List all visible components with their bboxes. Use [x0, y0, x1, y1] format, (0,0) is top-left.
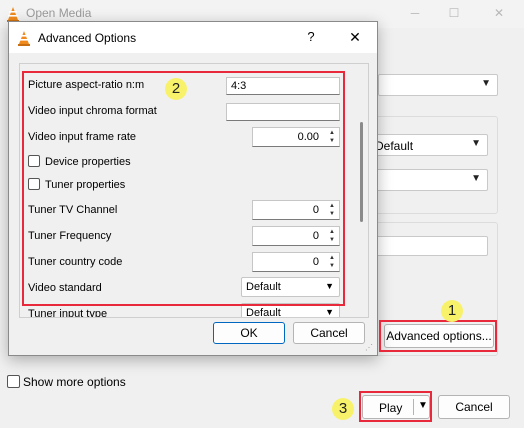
spin-down-icon[interactable]: ▼	[326, 262, 338, 270]
spin-up-icon[interactable]: ▲	[326, 254, 338, 262]
chevron-down-icon: ▼	[325, 307, 334, 317]
scrollbar-thumb[interactable]	[360, 122, 363, 222]
frame-rate-spinbox[interactable]: 0.00 ▲ ▼	[252, 127, 340, 147]
spin-up-icon[interactable]: ▲	[326, 202, 338, 210]
options-scroll-panel: Picture aspect-ratio n:m 4:3 Video input…	[19, 63, 369, 318]
minimize-icon[interactable]: ─	[404, 4, 426, 22]
country-code-label: Tuner country code	[28, 256, 123, 268]
play-button-separator	[413, 399, 414, 415]
show-more-label: Show more options	[23, 375, 126, 389]
chevron-down-icon: ▼	[325, 281, 334, 291]
chevron-down-icon: ▼	[471, 173, 481, 184]
audio-device-combo[interactable]: ▼	[370, 169, 488, 191]
input-type-combo[interactable]: Default ▼	[241, 303, 340, 318]
advanced-options-button[interactable]: Advanced options...	[384, 324, 494, 348]
frequency-value: 0	[312, 230, 319, 242]
input-type-label: Tuner input type	[28, 308, 108, 318]
frequency-spinbox[interactable]: 0 ▲ ▼	[252, 226, 340, 246]
dialog-titlebar: Advanced Options ? ✕	[9, 22, 377, 53]
aspect-ratio-input[interactable]: 4:3	[226, 77, 340, 95]
video-standard-label: Video standard	[28, 282, 102, 294]
advanced-options-dialog: Advanced Options ? ✕ Picture aspect-rati…	[8, 21, 378, 356]
ok-button[interactable]: OK	[213, 322, 285, 344]
frame-rate-label: Video input frame rate	[28, 131, 137, 143]
spin-up-icon[interactable]: ▲	[326, 228, 338, 236]
step-badge-1: 1	[441, 300, 463, 322]
resize-grip-icon[interactable]: ⋰	[365, 343, 375, 353]
maximize-icon[interactable]: ☐	[443, 4, 465, 22]
step-badge-3: 3	[332, 398, 354, 420]
aspect-ratio-label: Picture aspect-ratio n:m	[28, 79, 145, 91]
chroma-format-input[interactable]	[226, 103, 340, 121]
vlc-cone-icon	[7, 7, 19, 22]
play-button[interactable]: Play ▼	[362, 395, 430, 419]
spin-up-icon[interactable]: ▲	[326, 129, 338, 137]
dialog-cancel-button[interactable]: Cancel	[293, 322, 365, 344]
vlc-cone-icon	[18, 31, 30, 46]
video-standard-combo[interactable]: Default ▼	[241, 277, 340, 297]
video-device-combo[interactable]: Default ▼	[370, 134, 488, 156]
country-code-spinbox[interactable]: 0 ▲ ▼	[252, 252, 340, 272]
spin-down-icon[interactable]: ▼	[326, 210, 338, 218]
device-properties-label: Device properties	[45, 156, 131, 168]
open-media-title: Open Media	[26, 6, 92, 20]
capture-mode-combo[interactable]: ▼	[378, 74, 498, 96]
dialog-title: Advanced Options	[38, 31, 137, 45]
checkbox-box[interactable]	[7, 375, 20, 388]
tuner-properties-checkbox[interactable]: Tuner properties	[28, 178, 125, 191]
help-icon[interactable]: ?	[300, 27, 322, 47]
checkbox-box[interactable]	[28, 178, 40, 190]
show-more-options-checkbox[interactable]: Show more options	[7, 375, 126, 389]
close-icon[interactable]: ✕	[344, 27, 366, 47]
video-standard-value: Default	[246, 281, 281, 293]
options-scrollbar[interactable]	[355, 64, 368, 317]
chroma-format-label: Video input chroma format	[28, 105, 157, 117]
input-type-value: Default	[246, 307, 281, 318]
frequency-label: Tuner Frequency	[28, 230, 112, 242]
chevron-down-icon: ▼	[471, 138, 481, 149]
tv-channel-spinbox[interactable]: 0 ▲ ▼	[252, 200, 340, 220]
chevron-down-icon[interactable]: ▼	[418, 400, 428, 411]
device-properties-checkbox[interactable]: Device properties	[28, 155, 131, 168]
step-badge-2: 2	[165, 78, 187, 100]
checkbox-box[interactable]	[28, 155, 40, 167]
tv-channel-value: 0	[312, 204, 319, 216]
country-code-value: 0	[312, 256, 319, 268]
chevron-down-icon: ▼	[481, 78, 491, 89]
spin-down-icon[interactable]: ▼	[326, 137, 338, 145]
tuner-properties-label: Tuner properties	[45, 179, 126, 191]
video-size-field[interactable]	[370, 236, 488, 256]
device-selection-group	[370, 116, 498, 214]
spin-down-icon[interactable]: ▼	[326, 236, 338, 244]
frame-rate-value: 0.00	[297, 131, 319, 143]
close-icon[interactable]: ✕	[488, 4, 510, 22]
open-media-cancel-button[interactable]: Cancel	[438, 395, 510, 419]
tv-channel-label: Tuner TV Channel	[28, 204, 118, 216]
play-label: Play	[379, 401, 403, 415]
